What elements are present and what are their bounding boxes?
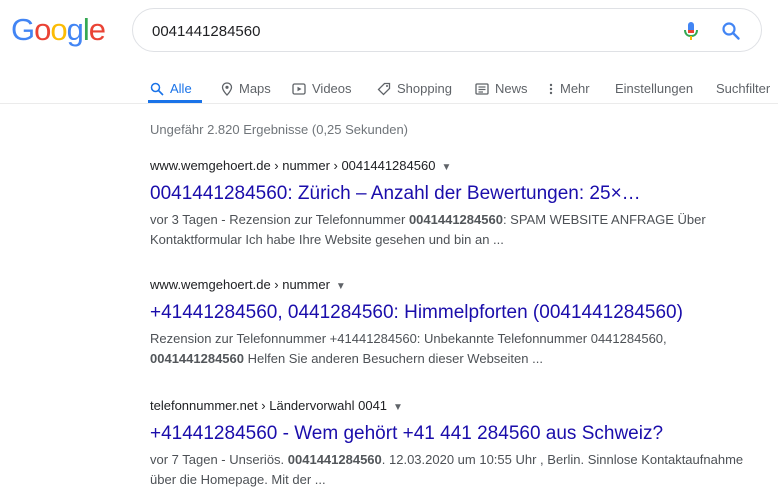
result-title-link[interactable]: +41441284560 - Wem gehört +41 441 284560… <box>150 421 760 447</box>
snippet-text: Rezension zur Telefonnummer +41441284560… <box>150 331 667 346</box>
snippet-highlight: 0041441284560 <box>408 212 503 227</box>
result-breadcrumb: www.wemgehoert.de › nummer › 00414412845… <box>150 158 436 173</box>
dropdown-arrow-icon[interactable]: ▼ <box>336 281 346 292</box>
search-result: www.wemgehoert.de › nummer ▼ +41441284560… <box>150 276 760 369</box>
result-url[interactable]: www.wemgehoert.de › nummer › 00414412845… <box>150 157 760 177</box>
result-snippet: vor 3 Tagen - Rezension zur Telefonnumme… <box>150 210 760 250</box>
result-title-link[interactable]: 0041441284560: Zürich – Anzahl der Bewer… <box>150 181 760 207</box>
snippet-text: Helfen Sie anderen Besuchern dieser Webs… <box>244 351 543 366</box>
tab-news[interactable]: News <box>475 79 528 99</box>
tab-label: Suchfilter <box>716 81 771 96</box>
tab-shopping[interactable]: Shopping <box>377 79 452 99</box>
search-tabs: Alle Maps Videos Shopping News Mehr Eins… <box>0 70 778 106</box>
result-breadcrumb: www.wemgehoert.de › nummer <box>150 277 330 292</box>
tab-einstellungen[interactable]: Einstellungen <box>615 79 693 99</box>
search-input[interactable] <box>152 20 652 42</box>
snippet-text: vor 7 Tagen - Unseriös. <box>150 452 288 467</box>
result-url[interactable]: telefonnummer.net › Ländervorwahl 0041 ▼ <box>150 397 760 417</box>
result-breadcrumb: telefonnummer.net › Ländervorwahl 0041 <box>150 398 388 413</box>
logo-letter: o <box>50 12 67 47</box>
dropdown-arrow-icon[interactable]: ▼ <box>441 162 451 173</box>
tab-label: Mehr <box>560 81 590 96</box>
snippet-highlight: 0041441284560 <box>150 351 244 366</box>
tag-icon <box>377 82 391 96</box>
tab-maps[interactable]: Maps <box>221 79 271 99</box>
snippet-highlight: 0041441284560 <box>287 452 382 467</box>
result-title-link[interactable]: +41441284560, 0441284560: Himmelpforten … <box>150 300 760 326</box>
tab-videos[interactable]: Videos <box>292 79 352 99</box>
search-icon <box>150 82 164 96</box>
logo-letter: o <box>34 12 51 47</box>
newspaper-icon <box>475 83 489 95</box>
tab-label: Einstellungen <box>615 81 694 96</box>
tab-label: Shopping <box>397 81 452 96</box>
result-url[interactable]: www.wemgehoert.de › nummer ▼ <box>150 276 760 296</box>
microphone-icon[interactable] <box>682 21 700 41</box>
search-result: telefonnummer.net › Ländervorwahl 0041 ▼ … <box>150 397 760 490</box>
map-pin-icon <box>221 82 233 96</box>
tab-suchfilter[interactable]: Suchfilter <box>716 79 770 99</box>
result-snippet: Rezension zur Telefonnummer +41441284560… <box>150 329 760 369</box>
tab-label: Maps <box>239 81 271 96</box>
tab-label: News <box>495 81 528 96</box>
tab-label: Alle <box>170 81 192 96</box>
tab-mehr[interactable]: Mehr <box>548 79 590 99</box>
search-icon[interactable] <box>721 21 741 41</box>
video-icon <box>292 83 306 95</box>
result-snippet: vor 7 Tagen - Unseriös. 0041441284560. 1… <box>150 450 760 490</box>
result-stats: Ungefähr 2.820 Ergebnisse (0,25 Sekunden… <box>150 122 409 137</box>
logo-letter: e <box>88 12 106 47</box>
tab-label: Videos <box>312 81 352 96</box>
search-result: www.wemgehoert.de › nummer › 00414412845… <box>150 157 760 250</box>
logo-letter: g <box>66 12 84 47</box>
tab-alle[interactable]: Alle <box>150 79 192 99</box>
google-logo[interactable]: Google <box>11 12 106 48</box>
more-vertical-icon <box>549 83 553 95</box>
dropdown-arrow-icon[interactable]: ▼ <box>393 402 403 413</box>
logo-letter: G <box>11 12 35 47</box>
search-box[interactable] <box>132 8 762 52</box>
header-divider <box>0 103 778 104</box>
snippet-text: vor 3 Tagen - Rezension zur Telefonnumme… <box>150 212 409 227</box>
